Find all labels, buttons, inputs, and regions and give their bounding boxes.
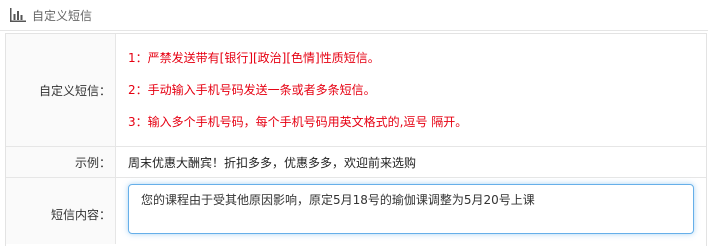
custom-sms-row: 自定义短信： 1：严禁发送带有[银行][政治][色情]性质短信。 2：手动输入手… (6, 34, 706, 147)
sms-rules: 1：严禁发送带有[银行][政治][色情]性质短信。 2：手动输入手机号码发送一条… (116, 34, 706, 146)
page-title: 自定义短信 (32, 8, 93, 23)
example-text: 周末优惠大酬宾！折扣多多，优惠多多，欢迎前来选购 (128, 155, 417, 170)
rule-note-1: 1：严禁发送带有[银行][政治][色情]性质短信。 (128, 51, 380, 65)
example-row: 示例： 周末优惠大酬宾！折扣多多，优惠多多，欢迎前来选购 (6, 147, 706, 178)
sms-form: 自定义短信： 1：严禁发送带有[银行][政治][色情]性质短信。 2：手动输入手… (5, 33, 707, 246)
page-header: 自定义短信 (0, 0, 708, 31)
bar-chart-icon (10, 8, 26, 22)
rule-note-3: 3：输入多个手机号码，每个手机号码用英文格式的,逗号 隔开。 (128, 115, 468, 129)
sms-content-row: 短信内容： 您的课程由于受其他原因影响，原定5月18号的瑜伽课调整为5月20号上… (6, 178, 706, 244)
example-label: 示例： (6, 147, 116, 177)
custom-sms-label: 自定义短信： (6, 34, 116, 146)
rule-note-2: 2：手动输入手机号码发送一条或者多条短信。 (128, 83, 376, 97)
sms-content-textarea[interactable]: 您的课程由于受其他原因影响，原定5月18号的瑜伽课调整为5月20号上课 (128, 184, 694, 234)
sms-content-label: 短信内容： (6, 178, 116, 244)
